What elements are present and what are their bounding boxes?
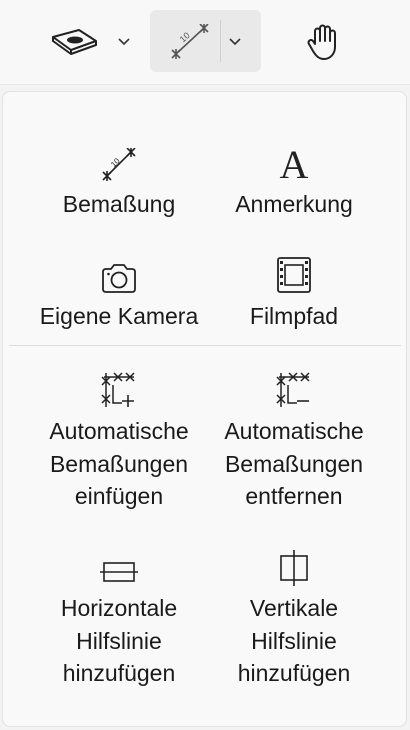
camera-icon [102, 264, 136, 293]
toolbar: 10 [0, 0, 410, 85]
dimension-menu-flyout: 10 Bemaßung A Anmerkung Eigene Kamera Fi… [2, 91, 407, 727]
vertical-guide-icon [280, 550, 308, 586]
menu-item-label: Filmpfad [249, 303, 339, 329]
menu-item-custom-camera[interactable]: Eigene Kamera [24, 252, 214, 333]
horizontal-guide-icon [100, 562, 138, 582]
menu-item-dimension[interactable]: 10 Bemaßung [24, 140, 214, 221]
menu-item-label: Bemaßung [62, 191, 176, 217]
annotation-text-icon: A [280, 142, 309, 182]
menu-item-label: Anmerkung [235, 191, 353, 217]
svg-text:A: A [280, 142, 309, 182]
menu-item-annotation[interactable]: A Anmerkung [199, 140, 389, 221]
dimension-icon: 10 [102, 148, 136, 181]
view-style-dropdown[interactable] [44, 18, 134, 66]
menu-item-label: Automatische Bemaßungen einfügen [49, 418, 189, 509]
view-3d-icon [52, 29, 97, 55]
menu-item-auto-dimensions-remove[interactable]: Automatische Bemaßungen entfernen [199, 367, 389, 513]
menu-item-horizontal-guide[interactable]: Horizontale Hilfslinie hinzufügen [24, 544, 214, 690]
chevron-down-icon[interactable] [228, 37, 242, 47]
menu-divider [9, 345, 401, 346]
menu-item-film-path[interactable]: Filmpfad [199, 252, 389, 333]
auto-dimension-add-icon [101, 372, 135, 407]
split-button-separator [220, 20, 221, 62]
film-strip-icon [277, 257, 311, 293]
menu-item-label: Automatische Bemaßungen entfernen [224, 418, 364, 509]
auto-dimension-remove-icon [276, 372, 310, 407]
menu-item-label: Eigene Kamera [39, 303, 199, 329]
menu-item-vertical-guide[interactable]: Vertikale Hilfslinie hinzufügen [199, 544, 389, 690]
chevron-down-icon [118, 38, 130, 46]
dimension-tool-button[interactable]: 10 [150, 10, 261, 72]
dimension-icon: 10 [171, 24, 209, 59]
menu-item-auto-dimensions-add[interactable]: Automatische Bemaßungen einfügen [24, 367, 214, 513]
hand-pan-icon [307, 24, 336, 60]
menu-item-label: Vertikale Hilfslinie hinzufügen [237, 595, 351, 686]
menu-item-label: Horizontale Hilfslinie hinzufügen [60, 595, 178, 686]
pan-hand-button[interactable] [296, 16, 352, 68]
svg-text:10: 10 [109, 156, 122, 169]
